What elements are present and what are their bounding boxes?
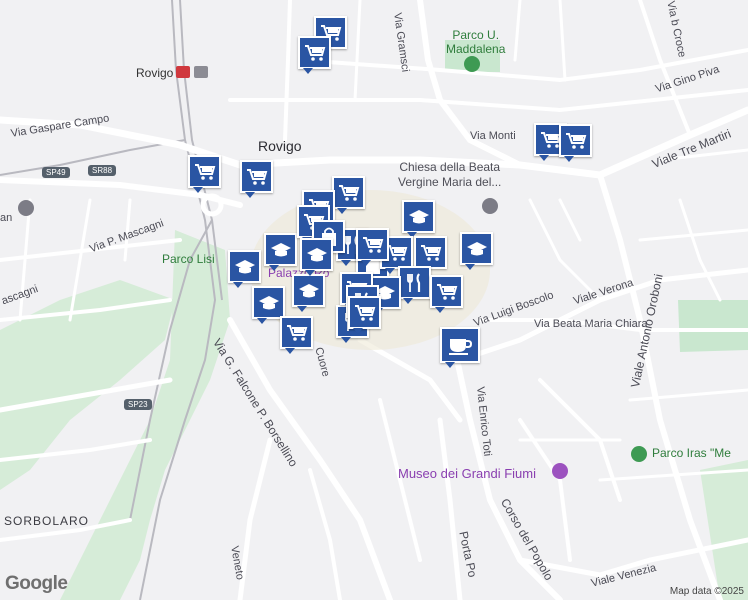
park-label: Parco U. Maddalena [446,28,506,56]
cart-icon [246,168,268,186]
map-canvas[interactable]: Rovigo Rovigo Via Gramsci Via Gaspare Ca… [0,0,748,600]
restaurant-icon [405,272,425,293]
street-label: Via Beata Maria Chiara [534,318,648,330]
park-area [60,230,230,600]
school-icon [270,242,292,258]
cart-icon [194,163,216,181]
map-marker[interactable] [460,232,493,270]
map-marker[interactable] [430,275,463,313]
school-icon [298,283,320,299]
map-marker[interactable] [300,238,333,276]
map-marker[interactable] [440,327,480,368]
place-label: Chiesa della Beata Vergine Maria del... [398,160,502,189]
cafe-icon [448,335,472,355]
map-marker[interactable] [398,266,431,304]
map-marker[interactable] [292,274,325,312]
map-marker[interactable] [559,124,592,162]
map-marker[interactable] [402,200,435,238]
map-attribution: Map data ©2025 [669,586,744,597]
park-area [678,300,748,352]
station-label: Rovigo [136,66,174,80]
park-label: Parco Lisi [162,252,215,266]
cart-icon [565,132,587,150]
google-logo: Google [5,573,68,594]
map-marker[interactable] [332,176,365,214]
map-marker[interactable] [298,36,331,74]
map-marker[interactable] [188,155,221,193]
cart-icon [354,304,376,322]
place-label: an [0,212,13,224]
cart-icon [436,283,458,301]
cart-icon [338,184,360,202]
map-marker[interactable] [228,250,261,288]
metro-icon [194,66,208,78]
map-marker[interactable] [264,233,297,271]
park-label: Parco Iras "Me [652,446,731,460]
park-area [700,460,748,600]
road-shield: SP23 [124,399,152,410]
cart-icon [362,236,384,254]
map-marker[interactable] [240,160,273,198]
school-icon [234,259,256,275]
cart-icon [420,244,442,262]
school-icon [466,241,488,257]
road-shield: SP49 [42,167,70,178]
museum-label: Museo dei Grandi Fiumi [398,466,536,481]
school-icon [258,295,280,311]
museum-icon [552,463,568,479]
place-pin-icon [18,200,34,216]
map-marker[interactable] [252,286,285,324]
map-marker[interactable] [348,296,381,334]
map-marker[interactable] [356,228,389,266]
street-label: Via Monti [470,130,516,142]
map-marker[interactable] [280,316,313,354]
school-icon [306,247,328,263]
train-station-icon [176,66,190,78]
park-pin-icon [464,56,480,72]
church-icon [482,198,498,214]
cart-icon [304,44,326,62]
city-label: Rovigo [258,138,302,154]
map-marker[interactable] [414,236,447,274]
park-pin-icon [631,446,647,462]
school-icon [408,209,430,225]
cart-icon [286,324,308,342]
road-shield: SR88 [88,165,117,176]
area-label: SORBOLARO [4,514,90,528]
